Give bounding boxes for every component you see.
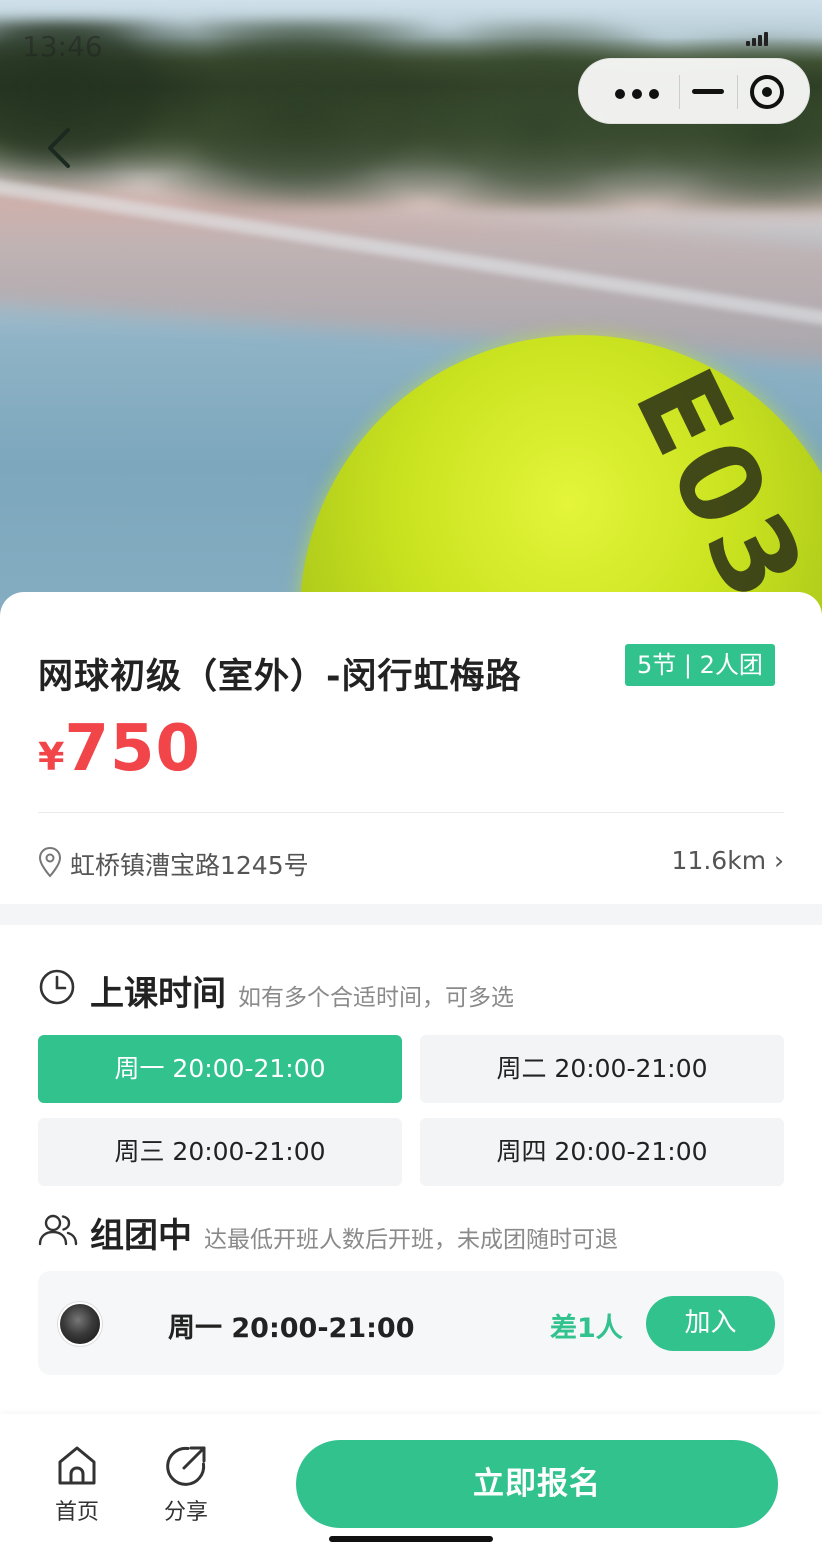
group-entry-need: 差1人 [550,1313,623,1344]
time-slot-wed[interactable]: 周三 20:00-21:00 [38,1118,402,1186]
miniprogram-capsule [578,58,810,124]
group-hint: 达最低开班人数后开班，未成团随时可退 [204,1227,618,1253]
close-miniprogram-icon[interactable] [750,75,784,109]
course-badge: 5节 | 2人团 [625,644,775,686]
divider [38,812,784,813]
time-slot-thu[interactable]: 周四 20:00-21:00 [420,1118,784,1186]
back-button[interactable] [36,120,86,176]
location-pin-icon [38,846,62,878]
time-slot-tue[interactable]: 周二 20:00-21:00 [420,1035,784,1103]
course-price: ¥750 [38,712,201,786]
course-detail-page: E03 13:46 网球初级（室外）-闵行虹梅路 5节 | 2人团 ¥750 虹… [0,0,822,1550]
currency-symbol: ¥ [38,735,65,779]
home-indicator [329,1536,493,1542]
status-time: 13:46 [22,30,103,63]
nav-home-label: 首页 [54,1500,99,1525]
nav-share-label: 分享 [163,1500,208,1525]
group-title: 组团中 [90,1216,192,1256]
home-icon [58,1446,96,1485]
time-slot-mon[interactable]: 周一 20:00-21:00 [38,1035,402,1103]
nav-home[interactable]: 首页 [37,1444,117,1528]
signal-icon [746,30,770,46]
schedule-title: 上课时间 [90,974,226,1014]
schedule-hint: 如有多个合适时间，可多选 [238,985,514,1011]
share-icon [166,1446,206,1486]
minimize-icon[interactable] [692,89,724,94]
group-entry-time: 周一 20:00-21:00 [168,1313,415,1344]
chevron-left-icon [48,128,70,168]
course-distance[interactable]: 11.6km › [672,846,784,875]
users-icon [38,1214,78,1246]
enroll-now-button[interactable]: 立即报名 [296,1440,778,1528]
nav-share[interactable]: 分享 [146,1444,226,1528]
section-separator [0,904,822,925]
price-value: 750 [64,712,202,786]
course-title: 网球初级（室外）-闵行虹梅路 [38,657,522,697]
more-icon[interactable] [615,89,659,99]
course-address[interactable]: 虹桥镇漕宝路1245号 [70,846,309,882]
join-group-button[interactable]: 加入 [646,1296,775,1351]
clock-icon [39,969,75,1005]
avatar [58,1302,102,1346]
